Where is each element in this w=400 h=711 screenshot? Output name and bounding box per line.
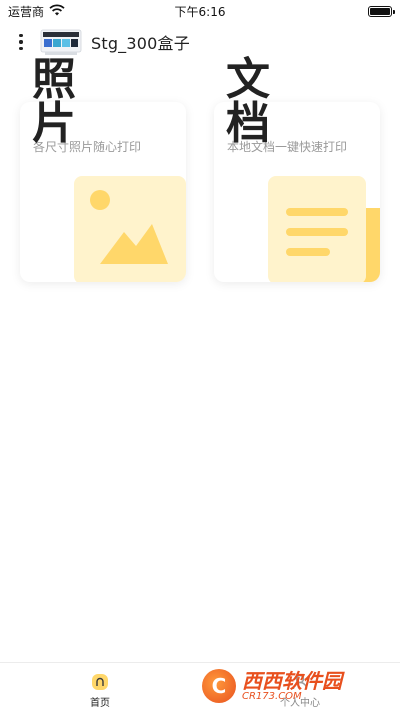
tab-home-label: 首页 [90,698,110,709]
carrier-label: 运营商 [8,4,45,19]
printer-thumbnail [40,29,82,55]
document-card-title: 文档 [226,54,272,149]
tab-home[interactable]: 首页 [0,663,200,711]
battery-icon [368,5,395,17]
image-icon [74,176,186,282]
status-time: 下午6:16 [174,4,226,19]
document-icon [268,176,380,282]
status-left: 运营商 [8,3,65,20]
watermark-text: 西西软件园 CR173.COM [242,671,342,702]
status-bar: 运营商 下午6:16 [0,0,400,22]
app-screen: 运营商 下午6:16 Stg_300盒子 照片 各尺寸照片随心打印 文档 本地文… [0,0,400,711]
watermark-sub: CR173.COM [242,690,302,702]
wifi-icon [49,3,65,19]
watermark-main: 西西软件园 [242,668,342,693]
device-name: Stg_300盒子 [91,34,190,53]
photo-card-title: 照片 [32,54,78,149]
more-vertical-icon[interactable] [11,32,31,52]
watermark: C 西西软件园 CR173.COM [202,666,382,706]
home-icon [92,674,108,690]
watermark-logo-icon: C [202,669,236,703]
